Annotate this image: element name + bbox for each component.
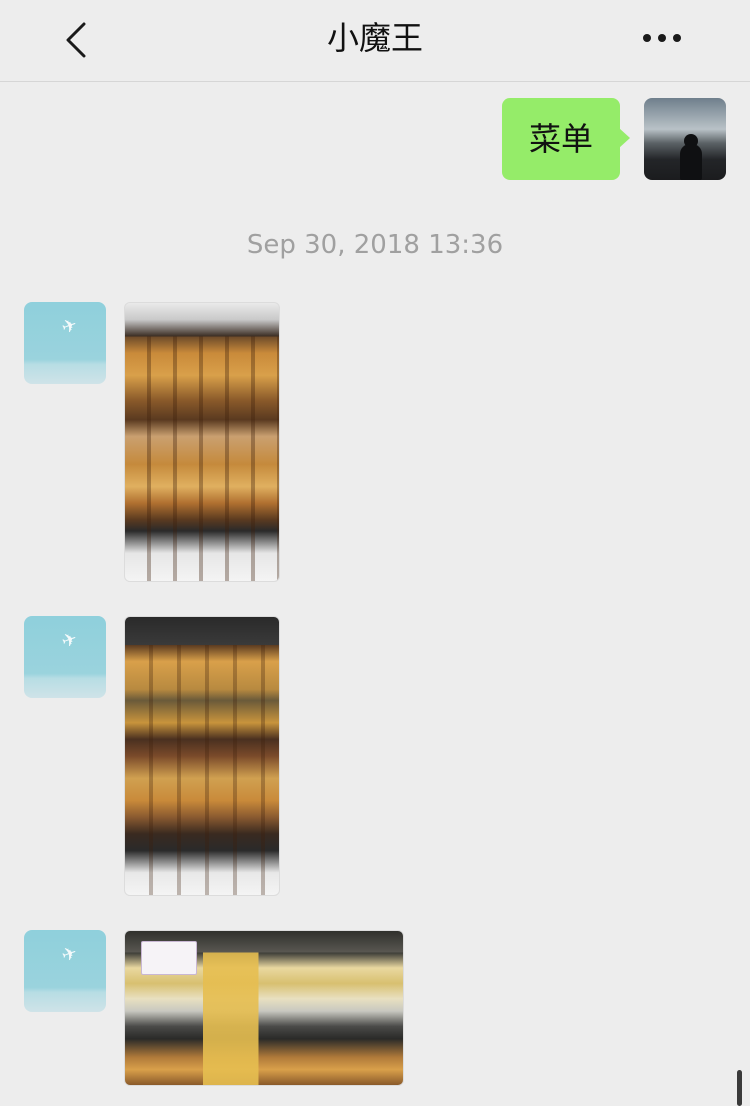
received-photo-bakery-3[interactable]	[124, 930, 404, 1086]
more-dots-icon	[658, 34, 666, 42]
airplane-icon: ✈	[58, 314, 81, 339]
airplane-icon: ✈	[58, 628, 81, 653]
price-tag-sign	[141, 941, 197, 975]
more-button[interactable]	[632, 16, 692, 60]
more-dots-icon	[643, 34, 651, 42]
friend-avatar[interactable]: ✈	[24, 302, 106, 384]
self-avatar[interactable]	[644, 98, 726, 180]
navigation-bar: 小魔王	[0, 0, 750, 82]
more-dots-icon	[673, 34, 681, 42]
message-timestamp: Sep 30, 2018 13:36	[246, 230, 504, 260]
sent-message-bubble[interactable]: 菜单	[502, 98, 630, 180]
friend-avatar[interactable]: ✈	[24, 930, 106, 1012]
received-photo-bakery-1[interactable]	[124, 302, 280, 582]
avatar-figure-body	[680, 144, 702, 180]
friend-avatar[interactable]: ✈	[24, 616, 106, 698]
scroll-indicator[interactable]	[737, 1070, 742, 1106]
airplane-icon: ✈	[58, 942, 81, 967]
received-photo-bakery-2[interactable]	[124, 616, 280, 896]
